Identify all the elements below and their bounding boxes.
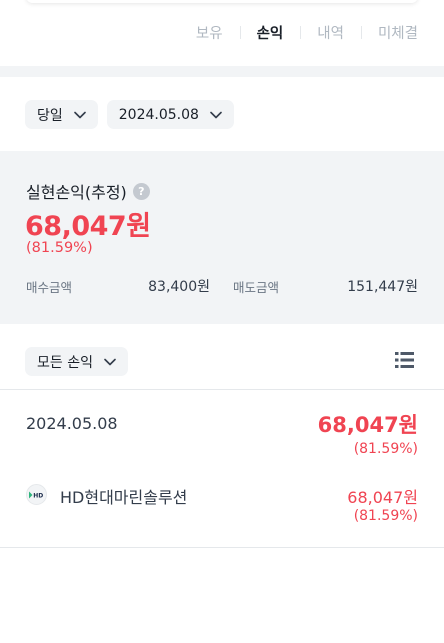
stock-logo-text: HD xyxy=(33,492,43,498)
stock-logo: HD xyxy=(26,484,47,505)
group-total-pnl: 68,047원 xyxy=(317,413,418,437)
stock-name: HD현대마린솔루션 xyxy=(60,488,188,507)
tab-holdings[interactable]: 보유 xyxy=(179,22,240,43)
realized-pnl-amount: 68,047원 xyxy=(25,211,151,242)
date-label: 2024.05.08 xyxy=(118,106,199,123)
period-dropdown[interactable]: 당일 xyxy=(25,100,98,129)
stock-rate: (81.59%) xyxy=(353,508,418,524)
summary-title-text: 실현손익(추정) xyxy=(26,183,127,202)
chevron-down-icon xyxy=(104,358,116,365)
sell-amount-label: 매도금액 xyxy=(233,280,280,295)
chevron-down-icon xyxy=(210,111,222,118)
pnl-scope-dropdown[interactable]: 모든 손익 xyxy=(25,347,128,376)
period-label: 당일 xyxy=(37,107,63,124)
buy-amount-label: 매수금액 xyxy=(26,280,73,295)
sell-amount-value: 151,447원 xyxy=(347,279,418,295)
group-date: 2024.05.08 xyxy=(26,414,118,433)
stock-pnl: 68,047원 xyxy=(347,488,418,507)
group-total-rate: (81.59%) xyxy=(353,441,418,457)
stock-row[interactable]: HD HD현대마린솔루션 68,047원 (81.59%) xyxy=(0,474,444,534)
top-card xyxy=(26,0,418,3)
realized-pnl-summary: 실현손익(추정) ? 68,047원 (81.59%) 매수금액 83,400원… xyxy=(0,151,444,324)
buy-amount-value: 83,400원 xyxy=(148,279,210,295)
question-circle-icon[interactable]: ? xyxy=(132,182,150,200)
date-dropdown[interactable]: 2024.05.08 xyxy=(106,100,234,129)
list-divider xyxy=(0,389,444,390)
tab-history[interactable]: 내역 xyxy=(300,22,361,43)
tab-pending-orders[interactable]: 미체결 xyxy=(360,22,418,43)
filter-bar: 당일 2024.05.08 xyxy=(25,100,234,129)
list-view-icon[interactable] xyxy=(395,351,414,369)
summary-title: 실현손익(추정) ? xyxy=(26,179,150,203)
chevron-down-icon xyxy=(73,111,86,118)
tab-profit-loss[interactable]: 손익 xyxy=(239,22,301,43)
section-divider xyxy=(0,66,444,77)
pnl-scope-label: 모든 손익 xyxy=(37,354,93,371)
hd-logo-icon: HD xyxy=(29,491,43,499)
list-bottom-divider xyxy=(0,547,444,548)
realized-pnl-rate: (81.59%) xyxy=(26,240,93,256)
account-tabs: 보유 손익 내역 미체결 xyxy=(179,21,418,43)
